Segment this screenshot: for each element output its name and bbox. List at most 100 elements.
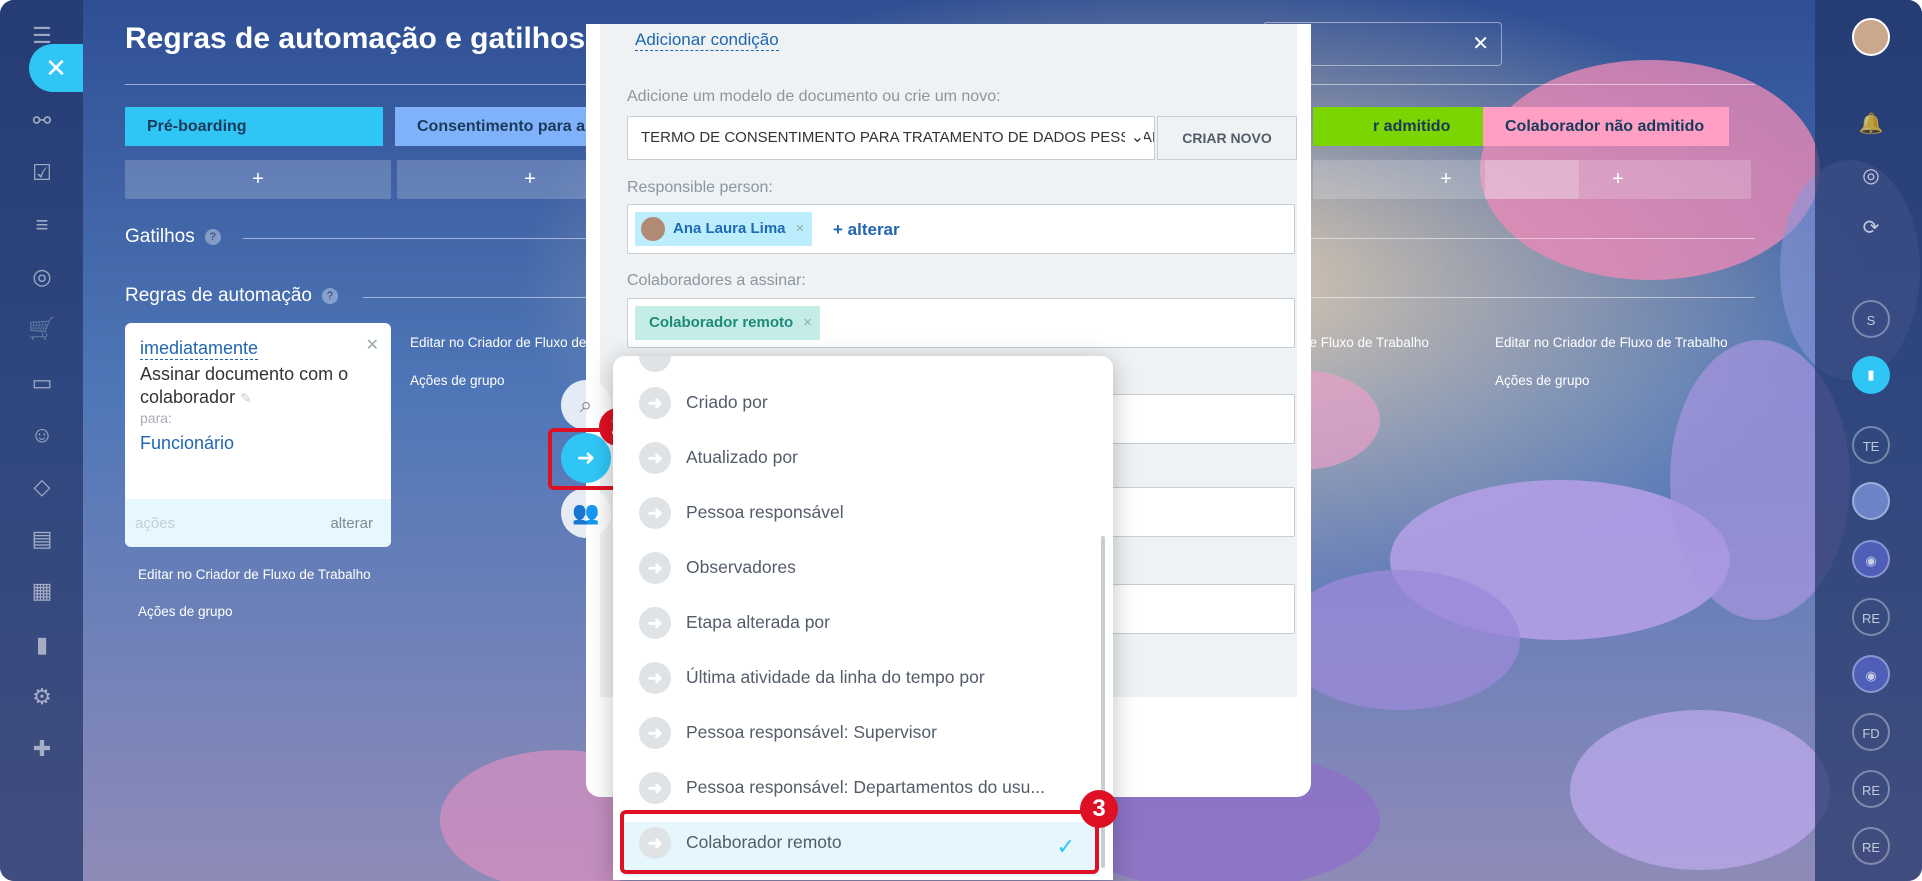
- arrow-right-icon: ➜: [639, 717, 671, 749]
- dropdown-item-label: Última atividade da linha do tempo por: [686, 667, 985, 687]
- rule-card[interactable]: imediatamente ✕ Assinar documento com o …: [125, 323, 391, 547]
- dropdown-item[interactable]: ➜ Criado por: [639, 383, 1079, 423]
- tag-label: Colaborador remoto: [649, 314, 794, 331]
- target-icon[interactable]: ◎: [1852, 157, 1890, 195]
- edit-workflow-link[interactable]: Editar no Criador de Fluxo de Trabalho: [138, 567, 371, 582]
- create-new-button[interactable]: CRIAR NOVO: [1157, 116, 1297, 160]
- edit-link[interactable]: alterar: [330, 515, 373, 532]
- add-condition-link[interactable]: Adicionar condição: [635, 30, 779, 51]
- stage-nao-admitido[interactable]: Colaborador não admitido: [1483, 107, 1729, 146]
- target-icon[interactable]: ◎: [26, 261, 58, 293]
- help-icon[interactable]: ?: [321, 288, 338, 304]
- chart-icon[interactable]: ▮: [26, 629, 58, 661]
- arrow-right-icon: [639, 356, 671, 372]
- close-icon[interactable]: ✕: [366, 335, 379, 355]
- contact-avatar-s[interactable]: S: [1852, 300, 1890, 338]
- chevron-down-icon: ⌄: [1124, 117, 1144, 159]
- network-icon[interactable]: ⚯: [26, 105, 58, 137]
- template-select[interactable]: TERMO DE CONSENTIMENTO PARA TRATAMENTO D…: [627, 116, 1155, 160]
- dropdown-item-label: Atualizado por: [686, 447, 798, 467]
- tasks-icon[interactable]: ☑: [26, 157, 58, 189]
- dropdown-item-label: Observadores: [686, 557, 796, 577]
- arrow-right-icon: ➜: [639, 552, 671, 584]
- dropdown-item[interactable]: ➜ Pessoa responsável: Departamentos do us…: [639, 768, 1079, 808]
- dropdown-item[interactable]: ➜ Atualizado por: [639, 438, 1079, 478]
- left-sidebar: ☰ ⚯ ☑ ≡ ◎ 🛒 ▭ ☺ ◇ ▤ ▦ ▮ ⚙ ✚: [0, 0, 83, 881]
- tag-remove-icon[interactable]: ×: [803, 314, 812, 331]
- add-trigger-button[interactable]: +: [1485, 160, 1751, 199]
- contact-avatar-re[interactable]: RE: [1852, 598, 1890, 636]
- dropdown-item[interactable]: ➜ Observadores: [639, 548, 1079, 588]
- contact-avatar-fd[interactable]: FD: [1852, 713, 1890, 751]
- warehouse-icon[interactable]: ▤: [26, 523, 58, 555]
- sync-icon[interactable]: ⟳: [1852, 209, 1890, 247]
- actions-link[interactable]: ações: [135, 515, 175, 532]
- close-slider-button[interactable]: ✕: [29, 44, 83, 92]
- robot-icon[interactable]: ☺: [26, 419, 58, 451]
- edit-workflow-link[interactable]: Editar no Criador de Fluxo de Trabalho: [1495, 335, 1728, 350]
- signer-tag: Colaborador remoto ×: [635, 306, 820, 340]
- field-selector-dropdown: ➜ Criado por ➜ Atualizado por ➜ Pessoa resp…: [613, 356, 1113, 880]
- section-label: Regras de automação: [125, 285, 312, 306]
- help-icon[interactable]: ?: [204, 229, 221, 245]
- tag-label: Ana Laura Lima: [673, 220, 786, 237]
- page-title: Regras de automação e gatilhos: [125, 22, 586, 55]
- close-icon: ✕: [45, 53, 67, 83]
- group-actions-link[interactable]: Ações de grupo: [1495, 373, 1590, 388]
- dropdown-item-label: Etapa alterada por: [686, 612, 830, 632]
- app-window: ☰ ⚯ ☑ ≡ ◎ 🛒 ▭ ☺ ◇ ▤ ▦ ▮ ⚙ ✚ ✕ 🔔 ◎ ⟳ S ▮ …: [0, 0, 1922, 881]
- bookmark-icon[interactable]: ▮: [1852, 356, 1890, 394]
- responsible-tag: Ana Laura Lima ×: [635, 212, 813, 246]
- signers-label: Colaboradores a assinar:: [627, 272, 806, 289]
- contact-avatar-te[interactable]: TE: [1852, 426, 1890, 464]
- group-icon[interactable]: ◉: [1852, 540, 1890, 578]
- cart-icon[interactable]: 🛒: [26, 313, 58, 345]
- contact-avatar-re[interactable]: RE: [1852, 827, 1890, 865]
- user-avatar[interactable]: [1852, 18, 1890, 56]
- right-sidebar: 🔔 ◎ ⟳ S ▮ TE ◉ RE ◉ FD RE RE: [1815, 0, 1922, 881]
- arrow-right-icon: ➜: [639, 387, 671, 419]
- stage-pre-boarding[interactable]: Pré-boarding: [125, 107, 383, 146]
- triggers-section-title: Gatilhos?: [125, 226, 221, 248]
- group-icon[interactable]: ◉: [1852, 655, 1890, 693]
- dropdown-item[interactable]: ➜ Pessoa responsável: Supervisor: [639, 713, 1079, 753]
- dropdown-item-label: Criado por: [686, 392, 768, 412]
- highlight-box: [620, 810, 1099, 874]
- group-actions-link[interactable]: Ações de grupo: [410, 373, 505, 388]
- section-label: Gatilhos: [125, 226, 195, 247]
- close-icon[interactable]: ✕: [1472, 31, 1489, 56]
- edit-workflow-link[interactable]: Editar no Criador de Fluxo de: [410, 335, 586, 350]
- template-label: Adicione um modelo de documento ou crie …: [627, 88, 1001, 105]
- dropdown-item-label: Pessoa responsável: Supervisor: [686, 722, 937, 742]
- rule-target[interactable]: Funcionário: [140, 433, 234, 454]
- arrow-right-icon: ➜: [639, 607, 671, 639]
- signers-field[interactable]: Colaborador remoto ×: [627, 298, 1295, 348]
- responsible-field[interactable]: Ana Laura Lima × + alterar: [627, 204, 1295, 254]
- edit-workflow-link[interactable]: de Fluxo de Trabalho: [1302, 335, 1429, 350]
- puzzle-icon[interactable]: ✚: [26, 733, 58, 765]
- dropdown-item[interactable]: ➜ Etapa alterada por: [639, 603, 1079, 643]
- dropdown-item[interactable]: ➜ Pessoa responsável: [639, 493, 1079, 533]
- arrow-right-icon: ➜: [639, 772, 671, 804]
- rule-target-label: para:: [140, 410, 172, 426]
- dropdown-item[interactable]: ➜ Última atividade da linha do tempo por: [639, 658, 1079, 698]
- rule-timing-link[interactable]: imediatamente: [140, 338, 259, 360]
- avatar: [641, 217, 665, 241]
- card-icon[interactable]: ▭: [26, 367, 58, 399]
- group-actions-link[interactable]: Ações de grupo: [138, 604, 233, 619]
- arrow-right-icon: ➜: [639, 497, 671, 529]
- tag-remove-icon[interactable]: ×: [796, 220, 805, 237]
- users-icon[interactable]: 👥: [561, 488, 611, 538]
- contact-avatar-image[interactable]: [1852, 482, 1890, 520]
- pencil-icon[interactable]: ✎: [240, 390, 252, 406]
- calendar-icon[interactable]: ▦: [26, 575, 58, 607]
- settings-icon[interactable]: ⚙: [26, 681, 58, 713]
- template-select-value: TERMO DE CONSENTIMENTO PARA TRATAMENTO D…: [641, 129, 1155, 146]
- cube-icon[interactable]: ◇: [26, 471, 58, 503]
- filter-icon[interactable]: ≡: [26, 209, 58, 241]
- add-trigger-button[interactable]: +: [125, 160, 391, 199]
- contact-avatar-re[interactable]: RE: [1852, 770, 1890, 808]
- change-responsible-link[interactable]: + alterar: [833, 220, 900, 240]
- bell-icon[interactable]: 🔔: [1852, 105, 1890, 143]
- rules-section-title: Regras de automação?: [125, 285, 338, 307]
